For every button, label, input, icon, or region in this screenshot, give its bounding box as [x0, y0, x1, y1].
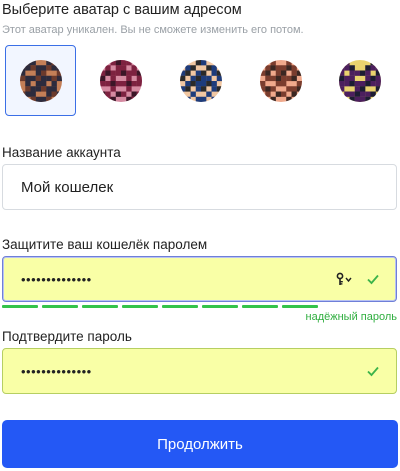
continue-button[interactable]: Продолжить: [2, 420, 398, 468]
avatar-identicon-5: [338, 59, 381, 102]
avatar-option-1[interactable]: [5, 45, 76, 116]
avatar-option-3[interactable]: [165, 45, 236, 116]
check-icon: [367, 274, 379, 285]
strength-segment: [242, 305, 278, 308]
password-label: Защитите ваш кошелёк паролем: [2, 237, 208, 252]
page-title: Выберите аватар с вашим адресом: [2, 2, 242, 18]
account-name-label: Название аккаунта: [2, 145, 121, 160]
confirm-password-label: Подтвердите пароль: [2, 329, 132, 344]
account-name-field: [2, 164, 397, 210]
password-strength-meter: [2, 305, 397, 308]
password-strength-label: надёжный пароль: [305, 311, 398, 323]
avatar-identicon-1: [19, 59, 62, 102]
page-subtitle: Этот аватар уникален. Вы не сможете изме…: [2, 24, 304, 36]
avatar-identicon-2: [99, 59, 142, 102]
confirm-password-field: [2, 348, 397, 394]
strength-segment: [2, 305, 38, 308]
account-name-input[interactable]: [3, 165, 396, 209]
confirm-password-input[interactable]: [3, 349, 396, 393]
strength-segment: [202, 305, 238, 308]
strength-segment: [42, 305, 78, 308]
avatar-option-5[interactable]: [324, 45, 395, 116]
strength-segment: [122, 305, 158, 308]
strength-segment: [82, 305, 118, 308]
avatar-identicon-4: [259, 59, 302, 102]
strength-segment: [282, 305, 318, 308]
avatar-picker: [5, 45, 395, 118]
key-icon[interactable]: [336, 272, 352, 286]
strength-segment: [162, 305, 198, 308]
avatar-option-4[interactable]: [245, 45, 316, 116]
avatar-identicon-3: [179, 59, 222, 102]
check-icon: [367, 366, 379, 377]
avatar-option-2[interactable]: [85, 45, 156, 116]
password-field: [2, 256, 397, 302]
